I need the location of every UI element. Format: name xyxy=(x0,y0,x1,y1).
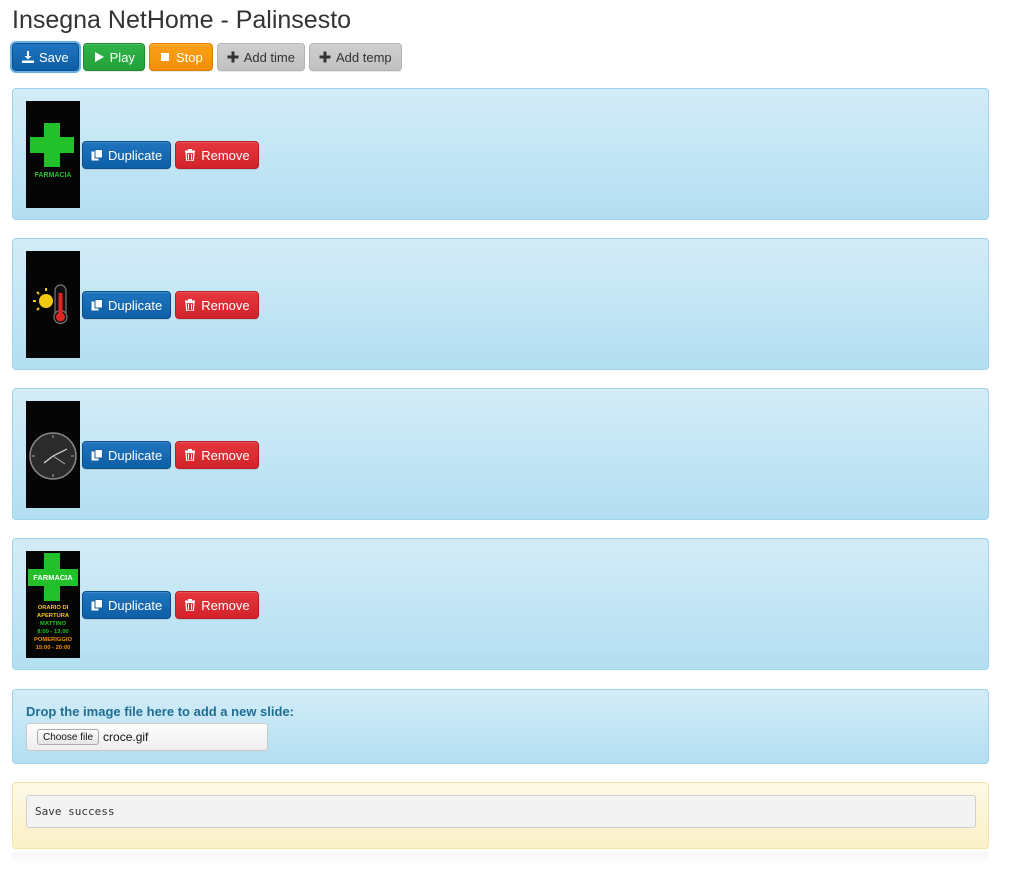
sun-thermometer-icon xyxy=(33,284,68,325)
copy-icon xyxy=(91,449,103,461)
duplicate-button-label: Duplicate xyxy=(108,597,163,613)
slide-actions: Duplicate Remove xyxy=(82,141,259,169)
slide-panel: Duplicate Remove xyxy=(12,388,989,520)
plus-icon xyxy=(227,51,239,63)
stop-icon xyxy=(159,51,171,63)
remove-button-label: Remove xyxy=(201,597,250,613)
slide-panel: FARMACIA Duplicate Remove xyxy=(12,88,989,220)
save-button[interactable]: Save xyxy=(12,43,79,71)
status-panel: Save success xyxy=(12,782,989,849)
slide-actions: Duplicate Remove xyxy=(82,441,259,469)
save-button-label: Save xyxy=(39,49,69,65)
stop-button-label: Stop xyxy=(175,49,203,65)
status-message: Save success xyxy=(26,795,976,828)
duplicate-button[interactable]: Duplicate xyxy=(82,141,172,169)
plus-icon xyxy=(319,51,331,63)
remove-button-label: Remove xyxy=(201,147,250,163)
add-time-button-label: Add time xyxy=(243,49,295,65)
remove-button[interactable]: Remove xyxy=(175,291,259,319)
toolbar: Save Play Stop Add time Add temp xyxy=(12,43,402,71)
thumbnail-text: FARMACIA xyxy=(34,172,72,179)
add-temp-button[interactable]: Add temp xyxy=(309,43,402,71)
remove-button[interactable]: Remove xyxy=(175,591,259,619)
duplicate-button[interactable]: Duplicate xyxy=(82,591,172,619)
download-icon xyxy=(22,51,34,63)
thumbnail-line: APERTURA xyxy=(36,613,70,619)
play-button-label: Play xyxy=(109,49,135,65)
duplicate-button[interactable]: Duplicate xyxy=(82,441,172,469)
add-temp-button-label: Add temp xyxy=(336,49,392,65)
duplicate-button-label: Duplicate xyxy=(108,447,163,463)
thumbnail-hours: ORARIO DI APERTURA MATTINO 8:00 - 13:00 … xyxy=(26,604,80,652)
upload-dropzone[interactable]: Drop the image file here to add a new sl… xyxy=(12,689,989,764)
trash-icon xyxy=(184,299,196,312)
duplicate-button-label: Duplicate xyxy=(108,297,163,313)
duplicate-button[interactable]: Duplicate xyxy=(82,291,172,319)
add-time-button[interactable]: Add time xyxy=(216,43,305,71)
remove-button-label: Remove xyxy=(201,447,250,463)
thumbnail-title: FARMACIA xyxy=(33,573,73,582)
trash-icon xyxy=(184,449,196,462)
choose-file-button[interactable]: Choose file xyxy=(37,729,100,745)
slide-thumbnail: FARMACIA xyxy=(26,101,80,208)
remove-button[interactable]: Remove xyxy=(175,441,259,469)
trash-icon xyxy=(184,149,196,162)
file-input[interactable]: Choose file croce.gif xyxy=(26,723,268,751)
duplicate-button-label: Duplicate xyxy=(108,147,163,163)
copy-icon xyxy=(91,149,103,161)
thumbnail-line: 15:00 - 20:00 xyxy=(35,645,71,651)
copy-icon xyxy=(91,599,103,611)
selected-file-name: croce.gif xyxy=(103,730,149,744)
slide-actions: Duplicate Remove xyxy=(82,591,259,619)
slide-panel: FARMACIA ORARIO DI APERTURA MATTINO 8:00… xyxy=(12,538,989,670)
slide-panel: Duplicate Remove xyxy=(12,238,989,370)
thumbnail-line: ORARIO DI xyxy=(37,605,69,611)
slide-thumbnail: FARMACIA ORARIO DI APERTURA MATTINO 8:00… xyxy=(26,551,80,658)
divider xyxy=(12,852,989,864)
analog-clock-icon xyxy=(29,432,77,480)
thumbnail-line: 8:00 - 13:00 xyxy=(37,629,69,635)
slide-thumbnail xyxy=(26,251,80,358)
thumbnail-line: POMERIGGIO xyxy=(33,637,72,643)
play-icon xyxy=(93,51,105,63)
page-title: Insegna NetHome - Palinsesto xyxy=(12,6,352,34)
slide-thumbnail xyxy=(26,401,80,508)
slide-actions: Duplicate Remove xyxy=(82,291,259,319)
stop-button[interactable]: Stop xyxy=(148,43,213,71)
remove-button[interactable]: Remove xyxy=(175,141,259,169)
thumbnail-line: MATTINO xyxy=(40,621,66,627)
upload-label: Drop the image file here to add a new sl… xyxy=(26,704,294,719)
play-button[interactable]: Play xyxy=(82,43,145,71)
trash-icon xyxy=(184,599,196,612)
remove-button-label: Remove xyxy=(201,297,250,313)
copy-icon xyxy=(91,299,103,311)
pharmacy-cross-icon xyxy=(30,123,74,167)
